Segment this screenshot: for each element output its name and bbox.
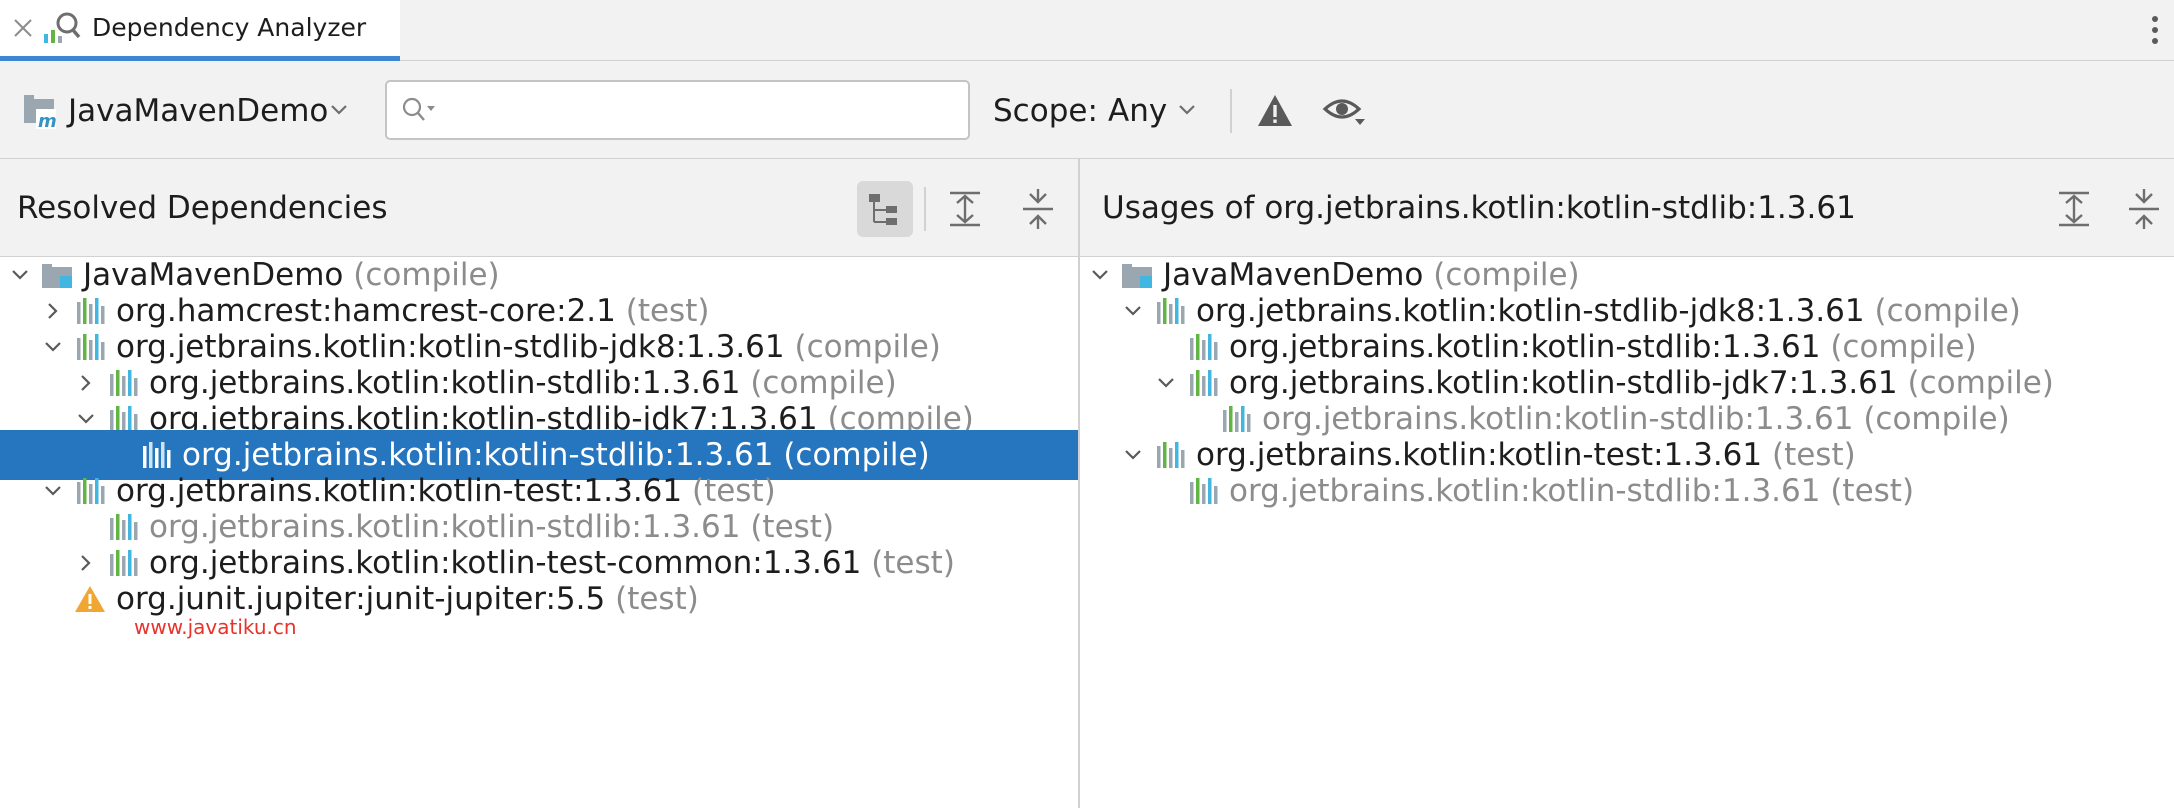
search-icon xyxy=(402,97,435,121)
dependency-label: org.jetbrains.kotlin:kotlin-stdlib:1.3.6… xyxy=(1229,472,1914,510)
dependency-label: org.junit.jupiter:junit-jupiter:5.5 (tes… xyxy=(116,580,699,618)
chevron-down-icon[interactable] xyxy=(43,337,63,357)
tool-window-tab-bar: Dependency Analyzer xyxy=(0,0,2174,62)
expand-all-icon xyxy=(2059,191,2089,227)
view-options-eye-icon[interactable] xyxy=(1322,91,1368,131)
chevron-right-icon[interactable] xyxy=(76,553,96,573)
header-separator xyxy=(924,187,926,231)
chevron-down-icon xyxy=(331,105,347,115)
panel-title: Resolved Dependencies xyxy=(17,190,388,226)
search-field[interactable] xyxy=(385,80,970,140)
chevron-down-icon[interactable] xyxy=(1090,265,1110,285)
chevron-right-icon[interactable] xyxy=(43,301,63,321)
collapse-all-icon xyxy=(2129,189,2159,229)
resolved-dependencies-header: Resolved Dependencies xyxy=(0,159,1078,257)
dependency-scope: (test) xyxy=(615,581,699,617)
expand-all-button[interactable] xyxy=(2046,181,2102,237)
watermark-text: www.javatiku.cn xyxy=(134,615,297,639)
scope-value[interactable]: Any xyxy=(1108,91,1167,131)
svg-text:m: m xyxy=(38,111,57,131)
chevron-down-icon xyxy=(1179,105,1195,115)
collapse-all-icon xyxy=(1023,189,1053,229)
chevron-down-icon[interactable] xyxy=(1123,301,1143,321)
collapse-all-button[interactable] xyxy=(2116,181,2172,237)
dependency-scope: (test) xyxy=(1830,473,1915,509)
dependency-name: org.junit.jupiter:junit-jupiter:5.5 xyxy=(116,581,606,617)
chevron-down-icon[interactable] xyxy=(1123,445,1143,465)
warning-icon xyxy=(75,586,105,612)
dependency-analyzer-icon xyxy=(44,12,81,43)
tree-view-icon xyxy=(869,194,897,225)
group-by-tree-button[interactable] xyxy=(857,181,913,237)
more-options-icon[interactable] xyxy=(2150,14,2160,46)
usages-header: Usages of org.jetbrains.kotlin:kotlin-st… xyxy=(1080,159,2174,257)
tree-row[interactable]: org.jetbrains.kotlin:kotlin-stdlib:1.3.6… xyxy=(1080,466,2174,516)
close-icon[interactable] xyxy=(10,13,36,41)
tab-dependency-analyzer[interactable]: Dependency Analyzer xyxy=(0,0,400,62)
library-icon xyxy=(1190,478,1218,504)
chevron-down-icon[interactable] xyxy=(43,481,63,501)
search-input[interactable] xyxy=(447,88,951,134)
chevron-right-icon[interactable] xyxy=(76,373,96,393)
expand-all-button[interactable] xyxy=(937,181,993,237)
chevron-down-icon[interactable] xyxy=(10,265,30,285)
project-name: JavaMavenDemo xyxy=(68,93,329,129)
chevron-down-icon[interactable] xyxy=(1156,373,1176,393)
analyzer-toolbar: m JavaMavenDemo Scope: Any xyxy=(0,61,2174,159)
chevron-down-icon[interactable] xyxy=(76,409,96,429)
toolbar-separator xyxy=(1230,89,1232,133)
expand-all-icon xyxy=(950,191,980,227)
collapse-all-button[interactable] xyxy=(1010,181,1066,237)
maven-project-icon: m xyxy=(24,95,57,131)
tab-title: Dependency Analyzer xyxy=(92,13,367,42)
scope-label: Scope: xyxy=(993,93,1098,129)
panel-title: Usages of org.jetbrains.kotlin:kotlin-st… xyxy=(1102,190,1856,226)
dependency-name: org.jetbrains.kotlin:kotlin-stdlib:1.3.6… xyxy=(1229,473,1821,509)
show-conflicts-warning-icon[interactable] xyxy=(1255,91,1295,131)
